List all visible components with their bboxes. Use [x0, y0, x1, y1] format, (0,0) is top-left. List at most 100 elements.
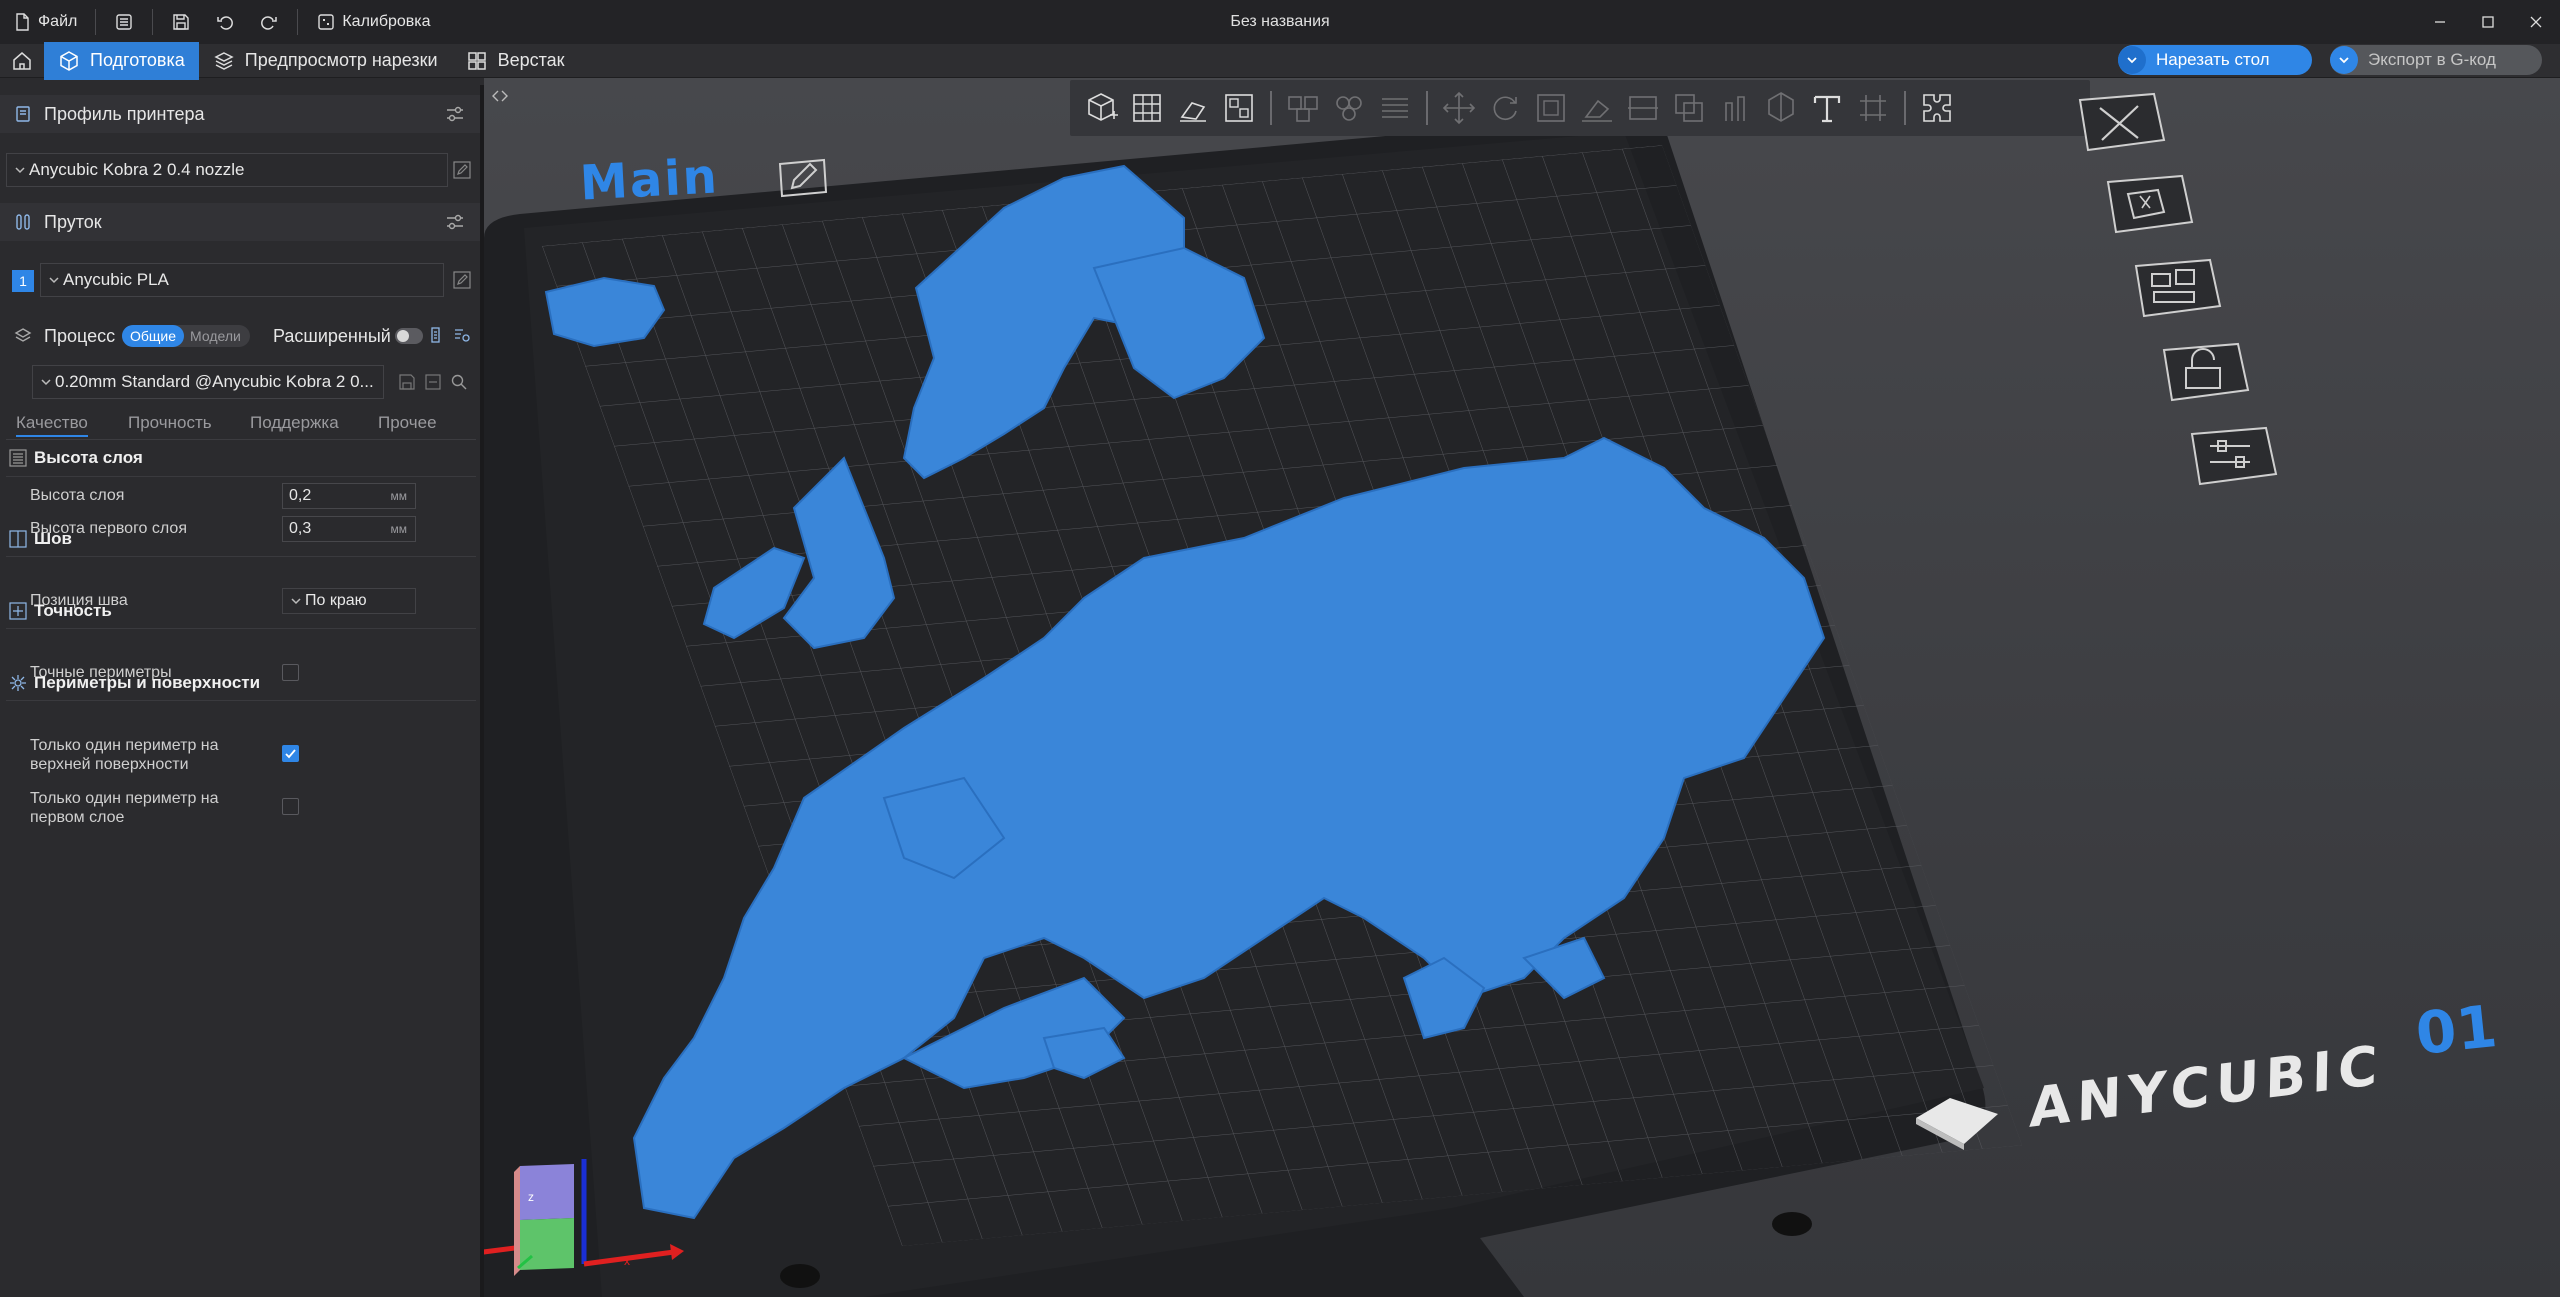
- text-tool[interactable]: [1804, 85, 1850, 131]
- save-preset-icon[interactable]: [398, 373, 416, 391]
- close-button[interactable]: [2512, 0, 2560, 44]
- chevron-down-icon: [49, 277, 59, 284]
- edit-plate-name-icon[interactable]: [774, 158, 828, 198]
- lay-on-face-icon: [1582, 99, 1612, 122]
- layers-button[interactable]: [1372, 85, 1418, 131]
- subtab-strength[interactable]: Прочность: [128, 413, 212, 433]
- divider: [6, 628, 476, 629]
- seam-paint-tool[interactable]: [1758, 85, 1804, 131]
- filament-select[interactable]: Anycubic PLA: [40, 263, 444, 297]
- divider: [6, 700, 476, 701]
- filament-header: Пруток: [0, 203, 480, 241]
- slice-plate-label: Нарезать стол: [2156, 50, 2270, 69]
- export-dropdown[interactable]: [2330, 46, 2358, 74]
- chevron-down-icon: [291, 598, 301, 605]
- precise-walls-checkbox[interactable]: [282, 664, 299, 681]
- seam-paint-icon: [1768, 92, 1794, 122]
- compare-icon[interactable]: [430, 325, 450, 345]
- collapse-sidebar-icon[interactable]: [490, 86, 510, 106]
- printer-profile-title: Профиль принтера: [44, 103, 205, 124]
- calibration-menu[interactable]: Калибровка: [304, 0, 442, 44]
- scale-icon: [1537, 94, 1565, 122]
- split-objects-button[interactable]: [1280, 85, 1326, 131]
- subtab-other[interactable]: Прочее: [378, 413, 437, 433]
- lay-on-face-tool[interactable]: [1574, 85, 1620, 131]
- anycubic-logo-icon: [1916, 1098, 1998, 1150]
- plate-name-label[interactable]: Main: [579, 148, 721, 211]
- process-scope-global[interactable]: Общие: [122, 325, 185, 347]
- add-object-button[interactable]: [1078, 85, 1124, 131]
- divider: [95, 9, 97, 35]
- scale-tool[interactable]: [1528, 85, 1574, 131]
- settings-sliders-icon[interactable]: [444, 211, 466, 233]
- undo-button[interactable]: [203, 0, 247, 44]
- remove-preset-icon[interactable]: [424, 373, 442, 391]
- one-wall-top-checkbox[interactable]: [282, 745, 299, 762]
- chevron-down-icon: [2127, 57, 2137, 64]
- move-tool[interactable]: [1436, 85, 1482, 131]
- export-gcode-label: Экспорт в G-код: [2368, 50, 2496, 69]
- maximize-button[interactable]: [2464, 0, 2512, 44]
- divider: [6, 476, 476, 477]
- group-layer-height-title: Высота слоя: [34, 448, 143, 467]
- cube-icon: [60, 50, 78, 71]
- subtab-quality[interactable]: Качество: [16, 413, 88, 437]
- search-list-icon[interactable]: [452, 325, 472, 345]
- arrange-button[interactable]: [1216, 85, 1262, 131]
- slice-plate-button[interactable]: Нарезать стол: [2118, 45, 2312, 75]
- process-preset-select[interactable]: 0.20mm Standard @Anycubic Kobra 2 0...: [32, 365, 384, 399]
- search-icon[interactable]: [450, 373, 468, 391]
- menu-button[interactable]: [102, 0, 146, 44]
- slice-dropdown[interactable]: [2118, 46, 2146, 74]
- subtab-support[interactable]: Поддержка: [250, 413, 339, 433]
- support-paint-tool[interactable]: [1712, 85, 1758, 131]
- split-parts-button[interactable]: [1326, 85, 1372, 131]
- process-scope-objects[interactable]: Модели: [184, 328, 247, 344]
- minimize-button[interactable]: [2416, 0, 2464, 44]
- redo-icon: [261, 16, 278, 30]
- layers-stack-icon: [1382, 98, 1408, 118]
- mesh-boolean-tool[interactable]: [1666, 85, 1712, 131]
- edit-icon[interactable]: [452, 270, 472, 290]
- plate-layout-icon[interactable]: [2122, 256, 2226, 320]
- edit-icon[interactable]: [452, 160, 472, 180]
- file-menu[interactable]: Файл: [0, 0, 89, 44]
- measure-tool[interactable]: [1850, 85, 1896, 131]
- orientation-cube[interactable]: [514, 1158, 684, 1297]
- assembly-view-button[interactable]: [1914, 85, 1960, 131]
- chevron-down-icon: [15, 167, 25, 174]
- add-plate-button[interactable]: [1124, 85, 1170, 131]
- tab-home[interactable]: [0, 42, 44, 80]
- tab-preview[interactable]: Предпросмотр нарезки: [199, 42, 452, 80]
- divider: [6, 439, 476, 440]
- one-wall-top-label-line2: верхней поверхности: [30, 756, 189, 773]
- printer-select[interactable]: Anycubic Kobra 2 0.4 nozzle: [6, 153, 448, 187]
- orient-icon: [1180, 102, 1206, 122]
- lock-plate-icon[interactable]: [2150, 340, 2254, 404]
- auto-orient-button[interactable]: [1170, 85, 1216, 131]
- process-scope-toggle[interactable]: Общие Модели: [122, 325, 250, 347]
- save-button[interactable]: [159, 0, 203, 44]
- delete-plate-icon[interactable]: [2066, 90, 2170, 154]
- divider: [1904, 91, 1906, 125]
- 3d-viewport[interactable]: z x: [484, 78, 2560, 1297]
- arrange-plate-icon[interactable]: [2094, 172, 2198, 236]
- plate-settings-icon[interactable]: [2178, 424, 2282, 488]
- redo-button[interactable]: [247, 0, 291, 44]
- one-wall-first-checkbox[interactable]: [282, 798, 299, 815]
- chevron-down-icon: [41, 379, 51, 386]
- rotate-tool[interactable]: [1482, 85, 1528, 131]
- cut-tool[interactable]: [1620, 85, 1666, 131]
- chevron-down-icon: [2339, 57, 2349, 64]
- settings-sliders-icon[interactable]: [444, 103, 466, 125]
- printer-select-value: Anycubic Kobra 2 0.4 nozzle: [29, 160, 245, 179]
- tab-prepare[interactable]: Подготовка: [44, 41, 199, 80]
- layer-height-input[interactable]: 0,2 мм: [282, 483, 416, 509]
- first-layer-height-input[interactable]: 0,3 мм: [282, 516, 416, 542]
- export-gcode-button[interactable]: Экспорт в G-код: [2330, 45, 2542, 75]
- advanced-switch[interactable]: [395, 328, 423, 344]
- cut-icon: [1628, 96, 1658, 120]
- divider: [152, 9, 154, 35]
- tab-workbench[interactable]: Верстак: [452, 42, 579, 80]
- seam-position-select[interactable]: По краю: [282, 588, 416, 614]
